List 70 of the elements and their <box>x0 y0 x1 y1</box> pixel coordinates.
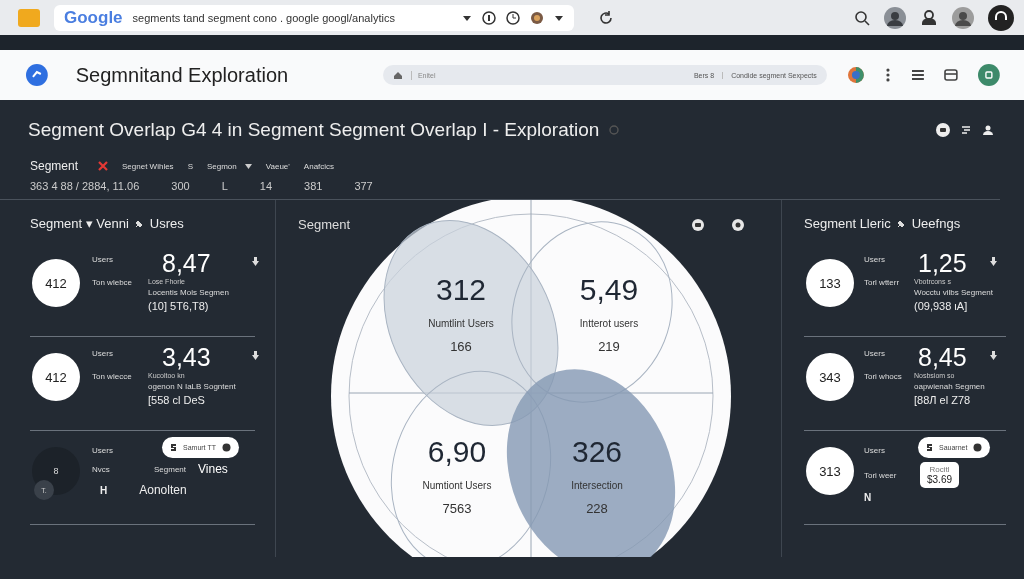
region-label: Intersection <box>571 480 623 491</box>
metric-sublabel: Ton wlebce <box>92 278 134 289</box>
metric-sublabel: Tori whocs <box>864 372 903 383</box>
panel-subtitle: Ueefngs <box>911 216 961 231</box>
metric-value: 8,47 <box>162 249 212 278</box>
segment-option[interactable]: Vaeue' <box>265 161 290 171</box>
segment-option[interactable]: Anafcics <box>303 161 335 171</box>
metric-value: 14 <box>259 180 272 194</box>
segment-note: ogenon N IaLB Sogntent <box>148 382 236 391</box>
metric-value: L <box>221 180 228 194</box>
segment-option[interactable]: S <box>187 161 193 171</box>
region-label: Numtlint Users <box>428 318 494 329</box>
metric-value: 3,43 <box>162 343 212 372</box>
metric-label: Users <box>92 446 114 455</box>
metric-value: 8,45 <box>918 343 968 372</box>
metric-label: Users <box>92 255 114 264</box>
metric-sublabel: Torl wtterr <box>864 278 901 289</box>
count-badge: 412 <box>32 353 80 401</box>
region-label: Numtiont Users <box>422 480 492 491</box>
venn-title: Segment <box>298 217 351 232</box>
metric-label: Users <box>92 349 114 358</box>
address-bar[interactable]: Google segments tand segment cono . google googl/analytics <box>54 4 574 31</box>
footer-text: Aonolten <box>139 483 187 497</box>
metric-sublabel: Ton wlecce <box>92 372 133 383</box>
footer-initial: H <box>100 484 108 496</box>
region-value: 5,49 <box>579 273 639 306</box>
metric-value: 300 <box>171 180 190 194</box>
segment-note: Wocctu vilbs Segment <box>914 288 993 297</box>
panel-title: Segment ▾ Venni <box>30 216 129 231</box>
metric-value: 363 4 88 / 2884, 11.06 <box>30 180 140 194</box>
region-count: 7563 <box>442 501 472 516</box>
segment-note: Locentis Mols Segmen <box>148 288 229 297</box>
metric-label: Users <box>864 255 886 264</box>
metric-value: 377 <box>354 180 373 194</box>
region-count: 228 <box>586 501 608 516</box>
region-value: 326 <box>571 435 623 468</box>
metric-range: (10] 5T6,T8) <box>148 300 210 312</box>
metric-sublabel: Tori weer <box>864 470 898 480</box>
panel-title: Segment Lleric <box>804 216 891 231</box>
app-title: Segmnitand Exploration <box>75 63 290 87</box>
value-amount: $3.69 <box>927 474 953 485</box>
region-label: Intterot users <box>579 318 639 329</box>
metric-range: [558 cl DeS <box>148 394 206 406</box>
footer-initial: N <box>864 492 872 503</box>
region-value: 312 <box>435 273 487 306</box>
segment-option[interactable]: Segnet Wihles <box>122 161 174 171</box>
metric-range: (09,938 ιA] <box>914 300 969 312</box>
metric-value: Vines <box>198 462 228 476</box>
metric-label: Users <box>864 349 886 358</box>
metric-range: [88Л el Z78 <box>914 394 972 406</box>
count-badge: 133 <box>806 259 854 307</box>
region-value: 6,90 <box>427 435 487 468</box>
count-badge: 313 <box>806 447 854 495</box>
count-badge: 343 <box>806 353 854 401</box>
segment-option[interactable]: Segmon <box>206 161 252 171</box>
page-title: Segment Overlap G4 4 in Segment Segment Overlap I - Exploration <box>28 119 600 141</box>
metric-value: 381 <box>304 180 323 194</box>
panel-subtitle: Usres <box>149 216 184 231</box>
segment-label: Segment <box>30 159 79 173</box>
count-badge: 412 <box>32 259 80 307</box>
segment-label: Segment <box>154 464 187 474</box>
google-logo: Google <box>64 7 123 28</box>
metric-sublabel: Nvcs <box>92 464 111 474</box>
url-text: segments tand segment cono . google googl/analytics <box>132 11 396 24</box>
metric-value: 1,25 <box>918 249 968 278</box>
segment-note: oapwienah Segmen <box>914 382 985 391</box>
value-label: Rocitl <box>929 465 950 474</box>
region-count: 166 <box>450 339 472 354</box>
region-count: 219 <box>598 339 620 354</box>
metric-label: Users <box>864 446 886 455</box>
